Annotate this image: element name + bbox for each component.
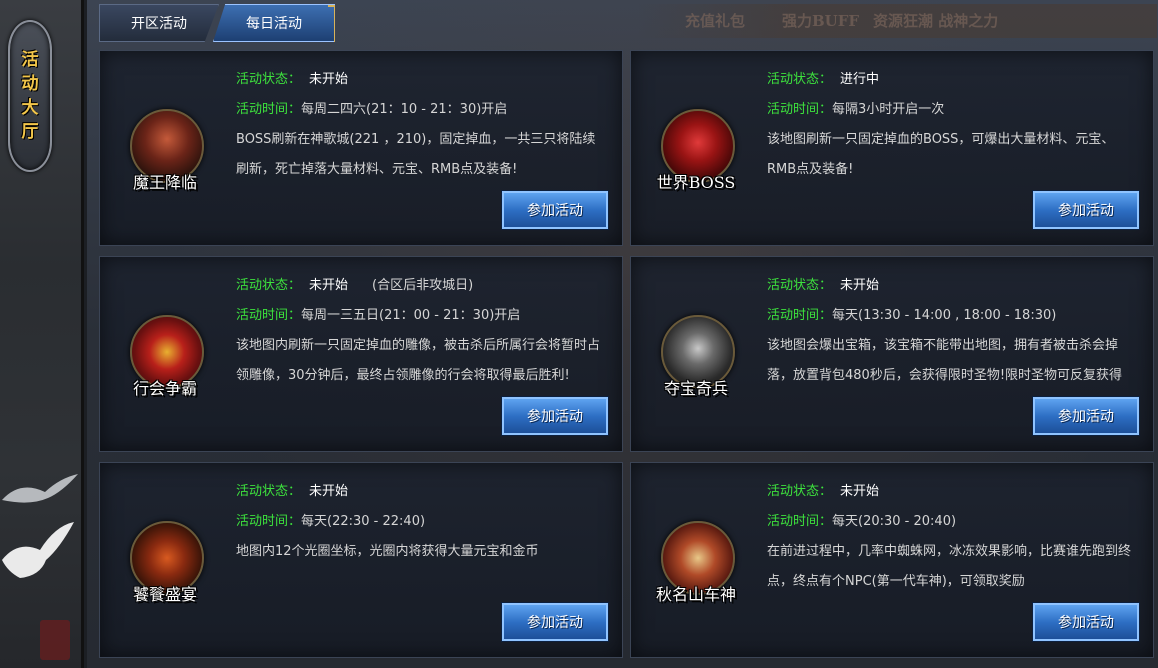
status-label: 活动状态： [236,278,302,293]
hall-char: 动 [21,74,39,94]
banner-text-resource: 资源狂潮 战神之力 [873,12,999,30]
activity-name: 饕餮盛宴 [132,585,197,604]
activity-info: 活动状态： 未开始 活动时间：每周二四六(21：10 - 21：30)开启 BOS… [236,65,608,185]
time-value: 每周一三五日(21：00 - 21：30)开启 [301,308,521,323]
activity-description: BOSS刷新在神歌城(221 ，210)，固定掉血，一共三只将陆续刷新，死亡掉落… [236,132,596,177]
time-label: 活动时间： [236,514,302,529]
activity-description: 在前进过程中，几率中蜘蛛网，冰冻效果影响，比赛谁先跑到终点，终点有个NPC(第一… [767,544,1132,589]
activity-icon: 魔王降临 [118,109,210,199]
time-value: 每周二四六(21：10 - 21：30)开启 [301,102,508,117]
activity-info: 活动状态： 进行中 活动时间：每隔3小时开启一次 该地图刷新一只固定掉血的BOSS… [767,65,1139,185]
activity-card-treasure-raid: 夺宝奇兵 活动状态： 未开始 活动时间：每天(13:30 - 14:00 , 18… [630,256,1154,452]
left-decor-strip: 活 动 大 厅 [0,0,84,668]
time-value: 每天(22:30 - 22:40) [301,514,426,529]
join-activity-button[interactable]: 参加活动 [1032,190,1140,230]
time-label: 活动时间： [767,102,833,117]
status-label: 活动状态： [767,72,833,87]
time-label: 活动时间： [236,308,302,323]
activity-description: 该地图会爆出宝箱，该宝箱不能带出地图，拥有者被击杀会掉落，放置背包480秒后，会… [767,338,1123,383]
activity-info: 活动状态： 未开始 (合区后非攻城日) 活动时间：每周一三五日(21：00 - 21… [236,271,608,391]
time-label: 活动时间： [767,514,833,529]
activity-icon: 夺宝奇兵 [649,315,741,405]
status-value: 未开始 [309,278,349,293]
crane-decor-icon [2,522,74,578]
activity-name: 魔王降临 [132,173,197,192]
activity-info: 活动状态： 未开始 活动时间：每天(22:30 - 22:40) 地图内12个光圈… [236,477,608,567]
status-label: 活动状态： [767,278,833,293]
activity-name: 行会争霸 [132,379,197,398]
join-activity-button[interactable]: 参加活动 [1032,602,1140,642]
activity-tabs: 开区活动 每日活动 [99,4,335,44]
top-banner: 充值礼包 强力BUFF 资源狂潮 战神之力 [637,4,1157,38]
status-value: 未开始 [309,484,349,499]
activity-icon: 饕餮盛宴 [118,521,210,611]
status-value: 未开始 [840,278,880,293]
activity-card-racing: 秋名山车神 活动状态： 未开始 活动时间：每天(20:30 - 20:40) 在前… [630,462,1154,658]
status-note: (合区后非攻城日) [372,278,474,293]
activity-name: 秋名山车神 [655,585,736,604]
activity-card-demon-king: 魔王降临 活动状态： 未开始 活动时间：每周二四六(21：10 - 21：30)开… [99,50,623,246]
status-label: 活动状态： [767,484,833,499]
activity-card-world-boss: 世界BOSS 活动状态： 进行中 活动时间：每隔3小时开启一次 该地图刷新一只固定… [630,50,1154,246]
time-label: 活动时间： [236,102,302,117]
crane-decor-icon [2,474,78,503]
status-value: 进行中 [840,72,880,87]
join-activity-button[interactable]: 参加活动 [501,602,609,642]
tab-daily-activities[interactable]: 每日活动 [213,4,335,42]
activity-icon: 秋名山车神 [649,521,741,611]
time-value: 每隔3小时开启一次 [832,102,945,117]
time-label: 活动时间： [767,308,833,323]
activity-icon: 行会争霸 [118,315,210,405]
activity-name: 世界BOSS [656,173,736,192]
banner-text-buff: 强力BUFF [782,12,860,30]
time-value: 每天(13:30 - 14:00 , 18:00 - 18:30) [832,308,1057,323]
status-label: 活动状态： [236,484,302,499]
activity-info: 活动状态： 未开始 活动时间：每天(13:30 - 14:00 , 18:00 -… [767,271,1139,391]
activity-card-feast: 饕餮盛宴 活动状态： 未开始 活动时间：每天(22:30 - 22:40) 地图内… [99,462,623,658]
join-activity-button[interactable]: 参加活动 [501,396,609,436]
activity-icon: 世界BOSS [649,109,741,199]
time-value: 每天(20:30 - 20:40) [832,514,957,529]
banner-text-recharge: 充值礼包 [685,12,746,30]
join-activity-button[interactable]: 参加活动 [501,190,609,230]
status-label: 活动状态： [236,72,302,87]
join-activity-button[interactable]: 参加活动 [1032,396,1140,436]
activity-info: 活动状态： 未开始 活动时间：每天(20:30 - 20:40) 在前进过程中，几… [767,477,1139,597]
status-value: 未开始 [309,72,349,87]
activity-description: 地图内12个光圈坐标，光圈内将获得大量元宝和金币 [236,544,539,559]
activity-main-panel: 充值礼包 强力BUFF 资源狂潮 战神之力 开区活动 每日活动 魔王降临 活动状… [87,0,1158,668]
red-seal-decor [40,620,70,660]
tab-opening-activities[interactable]: 开区活动 [99,4,219,42]
status-value: 未开始 [840,484,880,499]
activity-card-guild-war: 行会争霸 活动状态： 未开始 (合区后非攻城日) 活动时间：每周一三五日(21：00… [99,256,623,452]
activity-name: 夺宝奇兵 [663,379,728,398]
activity-hall-badge: 活 动 大 厅 [8,20,52,172]
hall-char: 厅 [21,122,39,142]
activity-description: 该地图刷新一只固定掉血的BOSS，可爆出大量材料、元宝、RMB点及装备! [767,132,1115,177]
hall-char: 大 [21,98,39,118]
hall-char: 活 [21,50,39,70]
activity-description: 该地图内刷新一只固定掉血的雕像，被击杀后所属行会将暂时占领雕像，30分钟后，最终… [236,338,601,383]
